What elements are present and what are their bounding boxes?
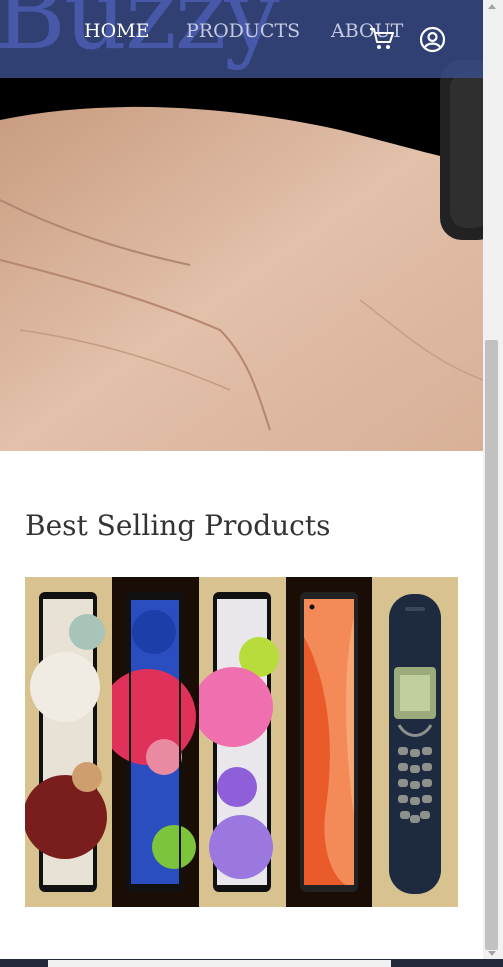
phone-orange-image	[286, 577, 372, 907]
section-title: Best Selling Products	[25, 509, 331, 542]
scroll-up-arrow-icon[interactable]	[488, 4, 496, 9]
user-icon[interactable]	[419, 26, 446, 57]
product-card-1[interactable]	[25, 577, 112, 907]
top-navbar: Buzzy HOME PRODUCTS ABOUT	[0, 0, 483, 78]
nav-products-link[interactable]: PRODUCTS	[186, 20, 300, 42]
nav-home-link[interactable]: HOME	[84, 20, 149, 42]
phone-white-red-image	[25, 577, 112, 907]
horizontal-scrollbar[interactable]	[48, 960, 391, 967]
product-card-5[interactable]	[372, 577, 458, 907]
scroll-down-arrow-icon[interactable]	[488, 951, 496, 956]
phone-purple-pink-image	[199, 577, 286, 907]
phone-pink-blue-image	[112, 577, 199, 907]
scrollbar-thumb[interactable]	[485, 340, 498, 950]
cart-icon[interactable]	[368, 26, 396, 56]
product-card-3[interactable]	[199, 577, 286, 907]
product-strip	[25, 577, 458, 907]
product-card-2[interactable]	[112, 577, 199, 907]
product-card-4[interactable]	[286, 577, 372, 907]
nokia-classic-phone-image	[372, 577, 458, 907]
